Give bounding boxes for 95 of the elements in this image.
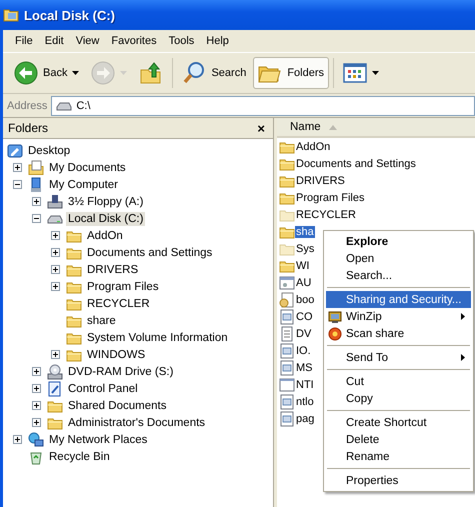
- window-title: Local Disk (C:): [24, 8, 116, 22]
- list-item[interactable]: MS: [295, 362, 314, 374]
- tree-item[interactable]: WINDOWS: [85, 348, 148, 362]
- list-item[interactable]: ntlo: [295, 396, 315, 408]
- menu-item[interactable]: Search...: [326, 267, 471, 284]
- expand-icon[interactable]: [32, 401, 41, 410]
- menu-item[interactable]: Delete: [326, 431, 471, 448]
- control-panel-icon: [47, 380, 63, 396]
- folder-icon: [3, 7, 19, 23]
- list-item[interactable]: Program Files: [295, 192, 366, 204]
- tree-item[interactable]: My Documents: [47, 160, 128, 174]
- tree-item[interactable]: Program Files: [85, 280, 161, 294]
- submenu-arrow-icon: [461, 354, 465, 361]
- tree-item[interactable]: Administrator's Documents: [66, 416, 208, 430]
- tree-item[interactable]: DVD-RAM Drive (S:): [66, 364, 176, 378]
- address-field[interactable]: C:\: [51, 96, 475, 116]
- menu-item[interactable]: View: [70, 33, 106, 49]
- folders-button[interactable]: Folders: [253, 57, 330, 89]
- list-item[interactable]: IO.: [295, 344, 312, 356]
- tree-item[interactable]: AddOn: [85, 228, 125, 242]
- tree-item[interactable]: Recycle Bin: [47, 450, 112, 464]
- back-button[interactable]: Back: [9, 57, 84, 89]
- caret-icon[interactable]: [72, 71, 80, 75]
- list-item[interactable]: AU: [295, 276, 312, 288]
- tree-item[interactable]: System Volume Information: [85, 330, 230, 344]
- expand-icon[interactable]: [32, 418, 41, 427]
- expand-icon[interactable]: [13, 435, 22, 444]
- column-header[interactable]: Name: [277, 118, 475, 138]
- expand-icon[interactable]: [51, 350, 60, 359]
- menu-item[interactable]: Create Shortcut: [326, 414, 471, 431]
- search-icon: [182, 61, 206, 85]
- expand-icon[interactable]: [51, 282, 60, 291]
- close-button[interactable]: ×: [257, 120, 265, 136]
- expand-icon[interactable]: [51, 248, 60, 257]
- menu-item[interactable]: Copy: [326, 390, 471, 407]
- menu-item[interactable]: Scan share: [326, 325, 471, 342]
- menu-item[interactable]: Cut: [326, 373, 471, 390]
- tree-item[interactable]: My Network Places: [47, 432, 150, 446]
- tree-item[interactable]: My Computer: [47, 178, 120, 192]
- menu-item[interactable]: Send To: [326, 349, 471, 366]
- collapse-icon[interactable]: [32, 214, 41, 223]
- drive-icon: [56, 100, 72, 112]
- tree-item[interactable]: DRIVERS: [85, 262, 140, 276]
- list-item[interactable]: DRIVERS: [295, 174, 346, 186]
- tree-item[interactable]: Desktop: [26, 144, 72, 158]
- menu-item[interactable]: Open: [326, 250, 471, 267]
- documents-icon: [28, 160, 44, 176]
- scan-icon: [328, 326, 342, 340]
- expand-icon[interactable]: [32, 384, 41, 393]
- search-button[interactable]: Search: [177, 57, 252, 89]
- list-item[interactable]: WI: [295, 260, 310, 272]
- list-item[interactable]: sha: [295, 226, 315, 238]
- menu-item[interactable]: Sharing and Security...: [326, 291, 471, 308]
- network-icon: [28, 432, 44, 448]
- address-label: Address: [7, 100, 48, 112]
- menu-item[interactable]: Favorites: [105, 33, 163, 49]
- views-icon: [343, 62, 368, 84]
- menu-item[interactable]: Explore: [326, 233, 471, 250]
- up-folder-icon: [139, 61, 164, 85]
- expand-icon[interactable]: [13, 163, 22, 172]
- computer-icon: [28, 176, 44, 192]
- expand-icon[interactable]: [32, 367, 41, 376]
- list-item[interactable]: CO: [295, 310, 314, 322]
- tree-item[interactable]: share: [85, 314, 118, 328]
- tree-item[interactable]: 3½ Floppy (A:): [66, 194, 146, 208]
- desktop-icon: [7, 142, 23, 158]
- list-item[interactable]: AddOn: [295, 140, 332, 152]
- list-item[interactable]: Sys: [295, 242, 316, 254]
- tree-item[interactable]: Shared Documents: [66, 398, 168, 412]
- list-item[interactable]: pag: [295, 412, 316, 424]
- pane-title: Folders: [8, 121, 48, 135]
- caret-icon[interactable]: [372, 71, 380, 75]
- list-item[interactable]: boo: [295, 294, 316, 306]
- list-item[interactable]: RECYCLER: [295, 208, 357, 220]
- menu-item[interactable]: WinZip: [326, 308, 471, 325]
- menu-item[interactable]: Edit: [38, 33, 70, 49]
- tree-item[interactable]: Documents and Settings: [85, 246, 214, 260]
- menu-item[interactable]: Rename: [326, 448, 471, 465]
- menu-item[interactable]: Properties: [326, 472, 471, 489]
- collapse-icon[interactable]: [13, 180, 22, 189]
- tree-item[interactable]: Control Panel: [66, 382, 140, 396]
- tree-item[interactable]: Local Disk (C:): [66, 212, 146, 226]
- list-item[interactable]: NTI: [295, 378, 315, 390]
- list-item[interactable]: DV: [295, 328, 312, 340]
- expand-icon[interactable]: [51, 265, 60, 274]
- submenu-arrow-icon: [461, 313, 465, 320]
- tree-item[interactable]: RECYCLER: [85, 296, 152, 310]
- expand-icon[interactable]: [32, 197, 41, 206]
- menu-item[interactable]: Help: [200, 33, 235, 49]
- disc-drive-icon: [47, 364, 63, 380]
- floppy-drive-icon: [47, 194, 63, 210]
- list-item[interactable]: Documents and Settings: [295, 158, 417, 170]
- expand-icon[interactable]: [51, 231, 60, 240]
- menu-item[interactable]: Tools: [162, 33, 200, 49]
- menu-item[interactable]: File: [9, 33, 39, 49]
